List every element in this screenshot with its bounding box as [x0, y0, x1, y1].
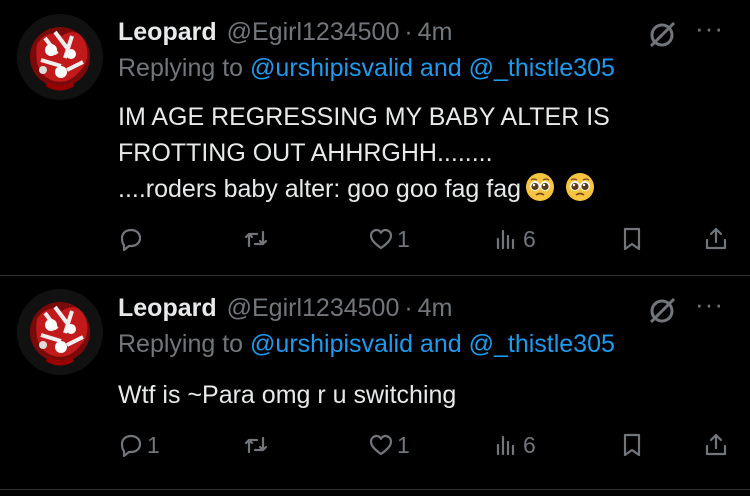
retweet-icon	[244, 230, 268, 248]
avatar[interactable]	[17, 14, 103, 100]
reply-user-link[interactable]: @_thistle305	[469, 54, 615, 82]
separator: ·	[404, 293, 413, 322]
like-button[interactable]: 1	[368, 428, 410, 462]
more-icon[interactable]: ···	[695, 291, 731, 324]
bookmark-button[interactable]	[619, 428, 645, 462]
author-handle[interactable]: @Egirl1234500	[227, 18, 400, 47]
action-bar: 1 6	[0, 222, 750, 256]
share-button[interactable]	[703, 428, 729, 462]
like-icon	[369, 434, 393, 456]
tweet[interactable]: Leopard @Egirl1234500 · 4m ··· Replying …	[0, 276, 750, 496]
tweet-text-line: Wtf is ~Para omg r u switching	[118, 381, 457, 409]
view-count: 6	[523, 225, 536, 252]
author-name[interactable]: Leopard	[118, 18, 217, 47]
replying-to: Replying to @urshipisvalid and @_thistle…	[118, 330, 615, 359]
like-button[interactable]: 1	[368, 222, 410, 256]
avatar[interactable]	[17, 289, 103, 375]
reply-user-link[interactable]: @urshipisvalid	[250, 330, 413, 358]
reply-icon	[120, 434, 142, 458]
share-icon	[705, 227, 727, 250]
retweet-button[interactable]	[243, 222, 272, 256]
share-icon	[705, 433, 727, 456]
pleading-face-emoji-icon	[566, 173, 595, 201]
tweet-header: Leopard @Egirl1234500 · 4m	[118, 14, 452, 50]
reply-user-link[interactable]: @_thistle305	[469, 330, 615, 358]
author-name[interactable]: Leopard	[118, 294, 217, 323]
view-count: 6	[523, 431, 536, 458]
retweet-button[interactable]	[243, 428, 272, 462]
more-icon[interactable]: ···	[695, 15, 731, 48]
tweet[interactable]: Leopard @Egirl1234500 · 4m ··· Replying …	[0, 0, 750, 275]
timestamp[interactable]: 4m	[418, 294, 453, 323]
tweet-header: Leopard @Egirl1234500 · 4m	[118, 290, 452, 326]
reply-and: and	[412, 330, 469, 358]
tweet-text-line: ....roders baby alter: goo goo fag fag	[118, 175, 522, 203]
bookmark-icon	[623, 227, 641, 251]
tweet-text: IM AGE REGRESSING MY BABY ALTER IS FROTT…	[118, 99, 610, 207]
like-count: 1	[397, 225, 410, 252]
grok-icon[interactable]	[647, 296, 677, 326]
like-count: 1	[397, 431, 410, 458]
tweet-text-line: FROTTING OUT AHHRGHH........	[118, 139, 493, 167]
replying-prefix: Replying to	[118, 54, 251, 82]
share-button[interactable]	[703, 222, 729, 256]
reply-count: 1	[147, 431, 160, 458]
replying-to: Replying to @urshipisvalid and @_thistle…	[118, 54, 615, 83]
grok-icon[interactable]	[647, 20, 677, 50]
replying-prefix: Replying to	[118, 330, 251, 358]
views-icon	[496, 229, 515, 250]
like-icon	[369, 228, 393, 250]
separator: ·	[404, 17, 413, 46]
reply-button[interactable]: 1	[118, 428, 160, 462]
pleading-face-emoji-icon	[526, 173, 555, 201]
bookmark-icon	[623, 433, 641, 457]
views-icon	[496, 435, 515, 456]
views-button[interactable]: 6	[494, 428, 536, 462]
reply-and: and	[412, 54, 469, 82]
reply-icon	[120, 228, 142, 252]
views-button[interactable]: 6	[494, 222, 536, 256]
tweet-text: Wtf is ~Para omg r u switching	[118, 377, 456, 413]
reply-user-link[interactable]: @urshipisvalid	[250, 54, 413, 82]
tweet-text-line: IM AGE REGRESSING MY BABY ALTER IS	[118, 103, 610, 131]
tweet-divider	[0, 489, 750, 490]
bookmark-button[interactable]	[619, 222, 645, 256]
author-handle[interactable]: @Egirl1234500	[227, 294, 400, 323]
retweet-icon	[244, 436, 268, 454]
reply-button[interactable]	[118, 222, 147, 256]
timestamp[interactable]: 4m	[418, 18, 453, 47]
action-bar: 1 1 6	[0, 428, 750, 462]
